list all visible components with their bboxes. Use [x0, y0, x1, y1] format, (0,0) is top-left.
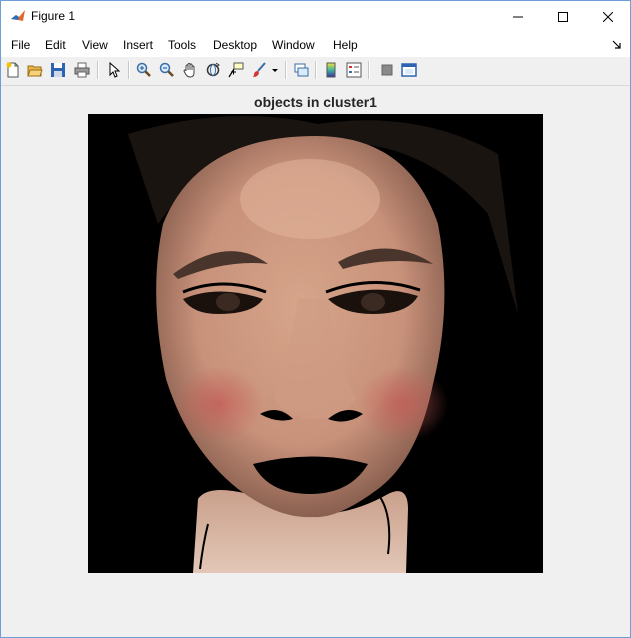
brush-icon [253, 62, 266, 77]
print-icon [74, 62, 90, 78]
zoom-out-icon [159, 62, 174, 77]
segmented-face-image [88, 114, 543, 573]
link-plot-icon [294, 63, 309, 77]
menu-desktop[interactable]: Desktop [213, 38, 257, 52]
pointer-button[interactable] [104, 60, 124, 80]
save-button[interactable] [48, 60, 68, 80]
close-button[interactable] [585, 1, 631, 32]
show-plot-tools-icon [401, 63, 417, 77]
zoom-in-button[interactable] [134, 60, 154, 80]
print-button[interactable] [72, 60, 92, 80]
save-icon [51, 63, 65, 77]
new-figure-icon [6, 62, 19, 78]
menu-window[interactable]: Window [272, 38, 315, 52]
legend-icon [346, 62, 362, 78]
toolbar-separator [128, 61, 130, 79]
brush-dropdown-button[interactable] [269, 60, 281, 80]
figure-area: objects in cluster1 [1, 86, 630, 637]
menu-file[interactable]: File [11, 38, 30, 52]
minimize-icon [513, 16, 523, 17]
menu-bar: File Edit View Insert Tools Desktop Wind… [1, 32, 630, 57]
legend-button[interactable] [344, 60, 364, 80]
link-plot-button[interactable] [291, 60, 311, 80]
maximize-button[interactable] [540, 1, 586, 32]
toolbar-separator [285, 61, 287, 79]
image-axes[interactable] [88, 114, 543, 573]
menu-insert[interactable]: Insert [123, 38, 153, 52]
zoom-in-icon [136, 62, 151, 77]
dock-arrow-icon[interactable] [612, 40, 622, 50]
rotate-3d-icon [206, 62, 220, 77]
show-plot-tools-button[interactable] [399, 60, 419, 80]
toolbar-separator [315, 61, 317, 79]
hide-plot-tools-button[interactable] [377, 60, 397, 80]
new-figure-button[interactable] [3, 60, 23, 80]
data-cursor-icon [228, 62, 244, 78]
toolbar-separator [97, 61, 99, 79]
brush-button[interactable] [249, 60, 269, 80]
colorbar-button[interactable] [321, 60, 341, 80]
pan-icon [183, 63, 195, 78]
pointer-icon [109, 62, 121, 78]
toolbar [1, 57, 630, 86]
figure-window: Figure 1 File Edit View Insert Tools Des… [0, 0, 631, 638]
pan-button[interactable] [180, 60, 200, 80]
menu-view[interactable]: View [82, 38, 108, 52]
open-file-button[interactable] [25, 60, 45, 80]
colorbar-icon [326, 62, 336, 78]
rotate-3d-button[interactable] [203, 60, 223, 80]
open-file-icon [27, 65, 43, 77]
menu-edit[interactable]: Edit [45, 38, 66, 52]
matlab-icon [10, 8, 26, 24]
close-icon [603, 11, 613, 22]
plot-title: objects in cluster1 [254, 94, 377, 110]
data-cursor-button[interactable] [226, 60, 246, 80]
window-title: Figure 1 [31, 9, 76, 23]
zoom-out-button[interactable] [157, 60, 177, 80]
menu-tools[interactable]: Tools [168, 38, 196, 52]
minimize-button[interactable] [495, 1, 541, 32]
dropdown-arrow-icon [272, 69, 278, 72]
menu-help[interactable]: Help [333, 38, 358, 52]
title-bar: Figure 1 [1, 1, 630, 32]
hide-plot-tools-icon [381, 64, 393, 76]
maximize-icon [558, 11, 568, 22]
toolbar-separator [368, 61, 370, 79]
